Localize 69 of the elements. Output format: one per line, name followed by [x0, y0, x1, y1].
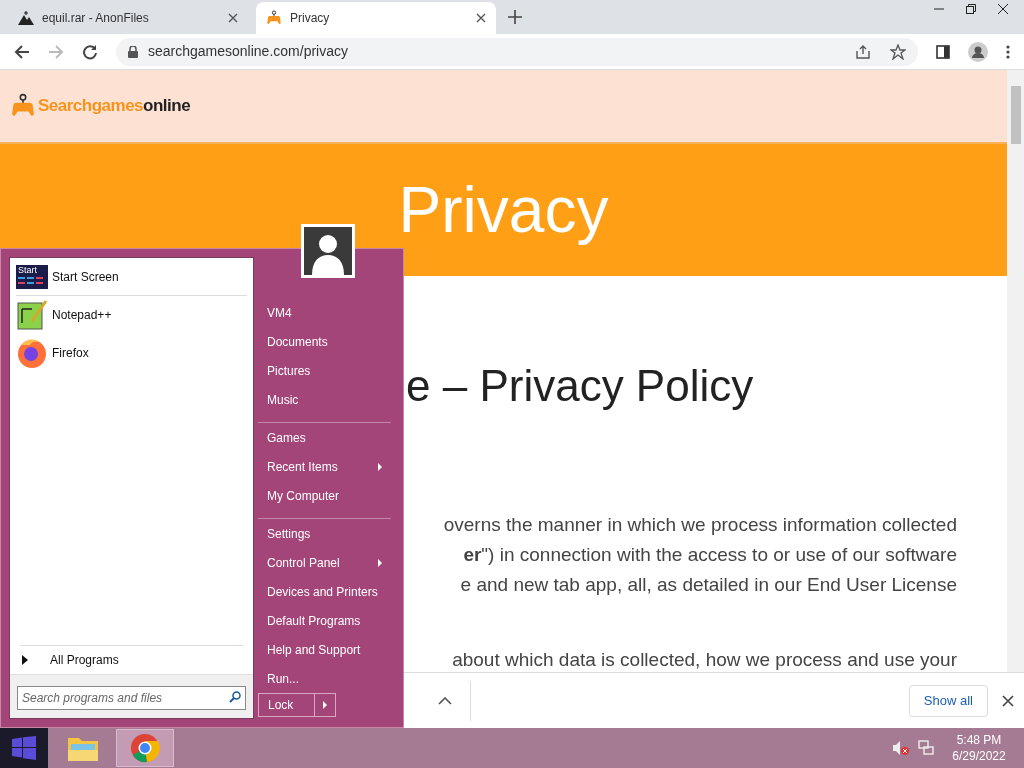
program-item[interactable]: Firefox — [16, 334, 247, 372]
mountain-icon — [18, 11, 34, 25]
paragraph-line: about which data is collected, how we process and use your — [451, 648, 957, 672]
menu-item[interactable]: Run... — [258, 664, 391, 693]
clock-date[interactable]: 6/29/2022 — [952, 748, 1006, 764]
program-item[interactable]: Start Start Screen — [16, 258, 247, 296]
clock-time[interactable]: 5:48 PM — [956, 732, 1002, 748]
firefox-icon — [16, 337, 48, 369]
program-item[interactable]: Notepad++ — [16, 296, 247, 334]
start-button[interactable] — [0, 728, 48, 768]
submenu-arrow-icon — [378, 558, 382, 567]
paragraph-line: e and new tab app, all, as detailed in our End User License — [459, 573, 957, 597]
address-bar[interactable]: searchgamesonline.com/privacy — [116, 37, 918, 66]
icon-label: Start — [18, 264, 38, 275]
menu-item[interactable]: Control Panel — [258, 548, 391, 577]
person-icon — [304, 227, 352, 275]
back-icon[interactable] — [14, 43, 30, 60]
scrollbar[interactable] — [1007, 70, 1024, 672]
close-icon[interactable] — [998, 4, 1008, 14]
menu-item[interactable]: Games — [258, 423, 391, 452]
triangle-icon — [22, 655, 28, 665]
menu-item[interactable]: Pictures — [258, 356, 391, 385]
speaker-muted-icon[interactable] — [892, 740, 910, 756]
close-icon[interactable] — [228, 13, 238, 23]
browser-tab[interactable]: Privacy — [256, 2, 496, 34]
chrome-icon — [130, 733, 160, 763]
close-icon[interactable] — [1002, 694, 1014, 707]
search-icon — [229, 690, 241, 703]
menu-item[interactable]: Recent Items — [258, 452, 391, 481]
lock-icon — [128, 45, 138, 58]
submenu-arrow-icon — [378, 462, 382, 471]
notepad-icon — [16, 299, 48, 331]
gamepad-icon — [266, 10, 282, 26]
share-icon[interactable] — [856, 44, 870, 59]
close-icon[interactable] — [476, 13, 486, 23]
all-programs-item[interactable]: All Programs — [10, 646, 253, 674]
paragraph-line: er") in connection with the access to or use of our software — [462, 543, 957, 567]
menu-item[interactable]: Music — [258, 385, 391, 423]
url-text: searchgamesonline.com/privacy — [148, 42, 349, 61]
star-icon[interactable] — [890, 43, 906, 60]
user-avatar[interactable] — [301, 224, 355, 278]
reload-icon[interactable] — [82, 43, 98, 60]
menu-item[interactable]: VM4 — [258, 298, 391, 327]
menu-item[interactable]: My Computer — [258, 481, 391, 519]
restore-icon[interactable] — [966, 4, 976, 14]
tab-title: Privacy — [290, 10, 331, 27]
tab-title: equil.rar - AnonFiles — [42, 10, 150, 27]
menu-item[interactable]: Default Programs — [258, 606, 391, 635]
new-tab-icon[interactable] — [508, 10, 522, 24]
network-icon[interactable] — [918, 740, 934, 756]
windows-icon — [12, 736, 36, 760]
submenu-arrow-icon — [323, 701, 327, 709]
show-all-button[interactable]: Show all — [908, 684, 988, 717]
menu-item[interactable]: Help and Support — [258, 635, 391, 664]
site-logo[interactable]: Searchgamesonline — [38, 93, 191, 119]
lock-options-button[interactable] — [315, 693, 336, 717]
paragraph-line: overns the manner in which we process information collected — [442, 513, 957, 537]
search-field[interactable]: Search programs and files — [17, 685, 246, 710]
menu-item[interactable]: Devices and Printers — [258, 577, 391, 606]
page-heading: e – Privacy Policy — [406, 360, 755, 412]
profile-icon[interactable] — [968, 41, 988, 62]
lock-button[interactable]: Lock — [258, 693, 315, 717]
menu-item[interactable]: Documents — [258, 327, 391, 356]
banner-title: Privacy — [398, 173, 609, 249]
sidebar-icon[interactable] — [936, 44, 950, 59]
taskbar-app[interactable] — [116, 729, 174, 767]
menu-icon[interactable] — [1006, 44, 1010, 59]
menu-item[interactable]: Settings — [258, 519, 391, 548]
chevron-up-icon[interactable] — [438, 696, 452, 705]
